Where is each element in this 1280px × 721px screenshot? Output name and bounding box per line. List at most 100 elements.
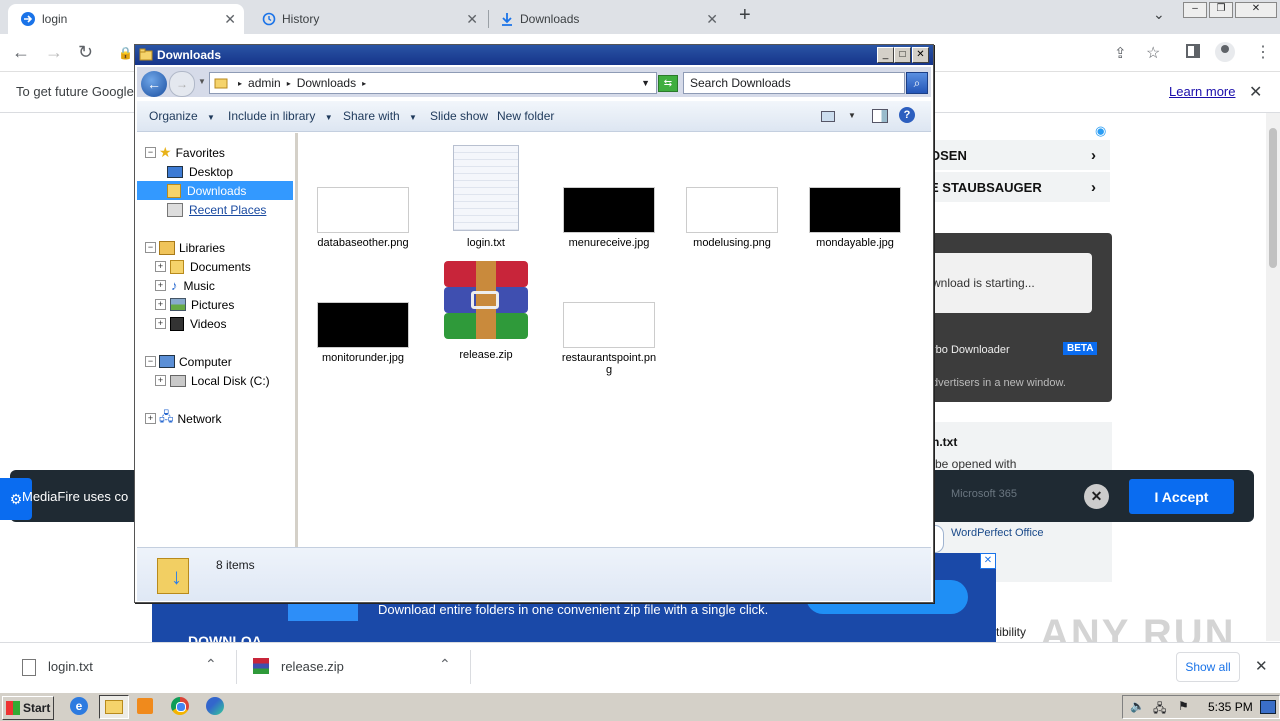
file-item[interactable]: login.txt [431, 145, 541, 249]
chrome-icon[interactable] [171, 697, 189, 715]
file-item[interactable]: modelusing.png [677, 187, 787, 249]
edge-icon[interactable] [206, 697, 224, 715]
share-with-menu[interactable]: Share with ▼ [343, 109, 417, 123]
window-title-bar[interactable]: Downloads [135, 45, 933, 65]
include-in-library-menu[interactable]: Include in library ▼ [228, 109, 333, 123]
new-tab-button[interactable]: + [739, 4, 751, 27]
page-row[interactable]: E STAUBSAUGER › [930, 172, 1110, 202]
nav-network[interactable]: + 🖧 Network [145, 409, 222, 428]
network-tray-icon[interactable]: 🖧 [1153, 699, 1166, 720]
reload-icon[interactable]: ↻ [78, 42, 93, 63]
wordperfect-text[interactable]: WordPerfect Office [951, 527, 1044, 539]
address-dropdown-icon[interactable]: ▼ [641, 78, 650, 88]
menu-kebab-icon[interactable]: ⋮ [1255, 42, 1271, 62]
breadcrumb-arrow-icon[interactable]: ▸ [238, 79, 242, 88]
tab-search-chevron-icon[interactable]: ⌄ [1153, 6, 1165, 23]
forward-arrow-icon[interactable]: → [169, 71, 195, 97]
file-item[interactable]: restaurantspoint.png [554, 302, 664, 376]
new-folder-button[interactable]: New folder [497, 109, 554, 123]
breadcrumb-arrow-icon[interactable]: ▸ [287, 79, 291, 88]
breadcrumb-admin[interactable]: admin [248, 76, 281, 90]
close-shelf-icon[interactable]: ✕ [1255, 657, 1268, 675]
help-icon[interactable]: ? [899, 107, 915, 123]
close-tab-icon[interactable]: ✕ [224, 11, 236, 28]
close-tab-icon[interactable]: ✕ [466, 11, 478, 28]
close-infobar-icon[interactable]: ✕ [1249, 82, 1262, 102]
start-button[interactable]: Start [2, 696, 54, 720]
back-icon[interactable]: ← [12, 42, 30, 63]
shelf-item-name[interactable]: login.txt [48, 659, 93, 674]
page-row[interactable]: OSEN › [930, 140, 1110, 170]
close-window-icon[interactable]: ✕ [1235, 2, 1277, 18]
file-item[interactable]: menureceive.jpg [554, 187, 664, 249]
file-item[interactable]: monitorunder.jpg [308, 302, 418, 364]
show-all-button[interactable]: Show all [1176, 652, 1240, 682]
profile-avatar[interactable] [1215, 42, 1235, 62]
nav-libraries[interactable]: − Libraries [145, 238, 225, 257]
nav-videos[interactable]: + Videos [155, 314, 226, 333]
forward-icon[interactable]: → [45, 42, 63, 63]
close-ad-icon[interactable]: ✕ [980, 553, 996, 569]
file-item[interactable]: release.zip [431, 261, 541, 361]
ad-choices-eye-icon[interactable]: ◉ [1095, 123, 1106, 139]
chevron-up-icon[interactable]: ⌃ [205, 656, 217, 673]
recent-pages-chevron-icon[interactable]: ▼ [198, 77, 206, 86]
page-scrollbar[interactable] [1266, 113, 1280, 641]
show-desktop-icon[interactable] [1260, 700, 1276, 714]
address-box[interactable]: ▸ admin ▸ Downloads ▸ ▼ [209, 72, 657, 94]
nav-pictures[interactable]: + Pictures [155, 295, 234, 314]
nav-computer[interactable]: − Computer [145, 352, 232, 371]
nav-downloads[interactable]: Downloads [137, 181, 293, 200]
nav-documents[interactable]: + Documents [155, 257, 251, 276]
media-player-icon[interactable] [137, 698, 153, 714]
close-window-button[interactable]: ✕ [912, 47, 929, 63]
expand-icon[interactable]: + [155, 299, 166, 310]
back-arrow-icon[interactable]: ← [141, 71, 167, 97]
view-dropdown-icon[interactable]: ▼ [848, 111, 856, 120]
chevron-up-icon[interactable]: ⌃ [439, 656, 451, 673]
shelf-item-name[interactable]: release.zip [281, 659, 344, 674]
close-tab-icon[interactable]: ✕ [706, 11, 718, 28]
file-item[interactable]: databaseother.png [308, 187, 418, 249]
accept-button[interactable]: I Accept [1129, 479, 1234, 514]
breadcrumb-arrow-icon[interactable]: ▸ [362, 79, 366, 88]
organize-menu[interactable]: Organize ▼ [149, 109, 215, 123]
maximize-window-button[interactable]: □ [894, 47, 911, 63]
explorer-taskbar-button[interactable] [99, 695, 129, 719]
side-panel-icon[interactable] [1186, 44, 1200, 58]
nav-favorites[interactable]: − ★ Favorites [145, 143, 225, 162]
refresh-icon[interactable]: ⇆ [658, 75, 678, 92]
volume-icon[interactable]: 🔈 [1130, 699, 1145, 713]
flag-icon[interactable]: ⚑ [1178, 699, 1189, 713]
minimize-icon[interactable]: – [1183, 2, 1207, 18]
restore-icon[interactable]: ❐ [1209, 2, 1233, 18]
bookmark-star-icon[interactable]: ☆ [1146, 43, 1160, 63]
expand-icon[interactable]: + [155, 261, 166, 272]
collapse-icon[interactable]: − [145, 356, 156, 367]
view-options-icon[interactable] [821, 111, 835, 122]
collapse-icon[interactable]: − [145, 242, 156, 253]
internet-explorer-icon[interactable]: e [70, 697, 88, 715]
file-item[interactable]: mondayable.jpg [800, 187, 910, 249]
preview-pane-icon[interactable] [872, 109, 888, 123]
collapse-icon[interactable]: − [145, 147, 156, 158]
nav-local-disk[interactable]: + Local Disk (C:) [155, 371, 270, 390]
nav-music[interactable]: + ♪ Music [155, 276, 215, 295]
minimize-window-button[interactable]: _ [877, 47, 894, 63]
expand-icon[interactable]: + [155, 318, 166, 329]
tab-login[interactable]: login ✕ [8, 4, 244, 34]
nav-recent-places[interactable]: Recent Places [167, 200, 266, 219]
slide-show-button[interactable]: Slide show [430, 109, 488, 123]
expand-icon[interactable]: + [155, 375, 166, 386]
breadcrumb-downloads[interactable]: Downloads [297, 76, 356, 90]
expand-icon[interactable]: + [145, 413, 156, 424]
nav-desktop[interactable]: Desktop [167, 162, 233, 181]
expand-icon[interactable]: + [155, 280, 166, 291]
tab-downloads[interactable]: Downloads ✕ [490, 4, 726, 34]
tab-history[interactable]: History ✕ [250, 4, 486, 34]
share-icon[interactable]: ⇪ [1114, 44, 1127, 62]
search-input[interactable]: Search Downloads [683, 72, 905, 94]
close-cookie-icon[interactable]: ✕ [1084, 484, 1109, 509]
learn-more-link[interactable]: Learn more [1169, 84, 1235, 99]
scrollbar-thumb[interactable] [1269, 128, 1277, 268]
